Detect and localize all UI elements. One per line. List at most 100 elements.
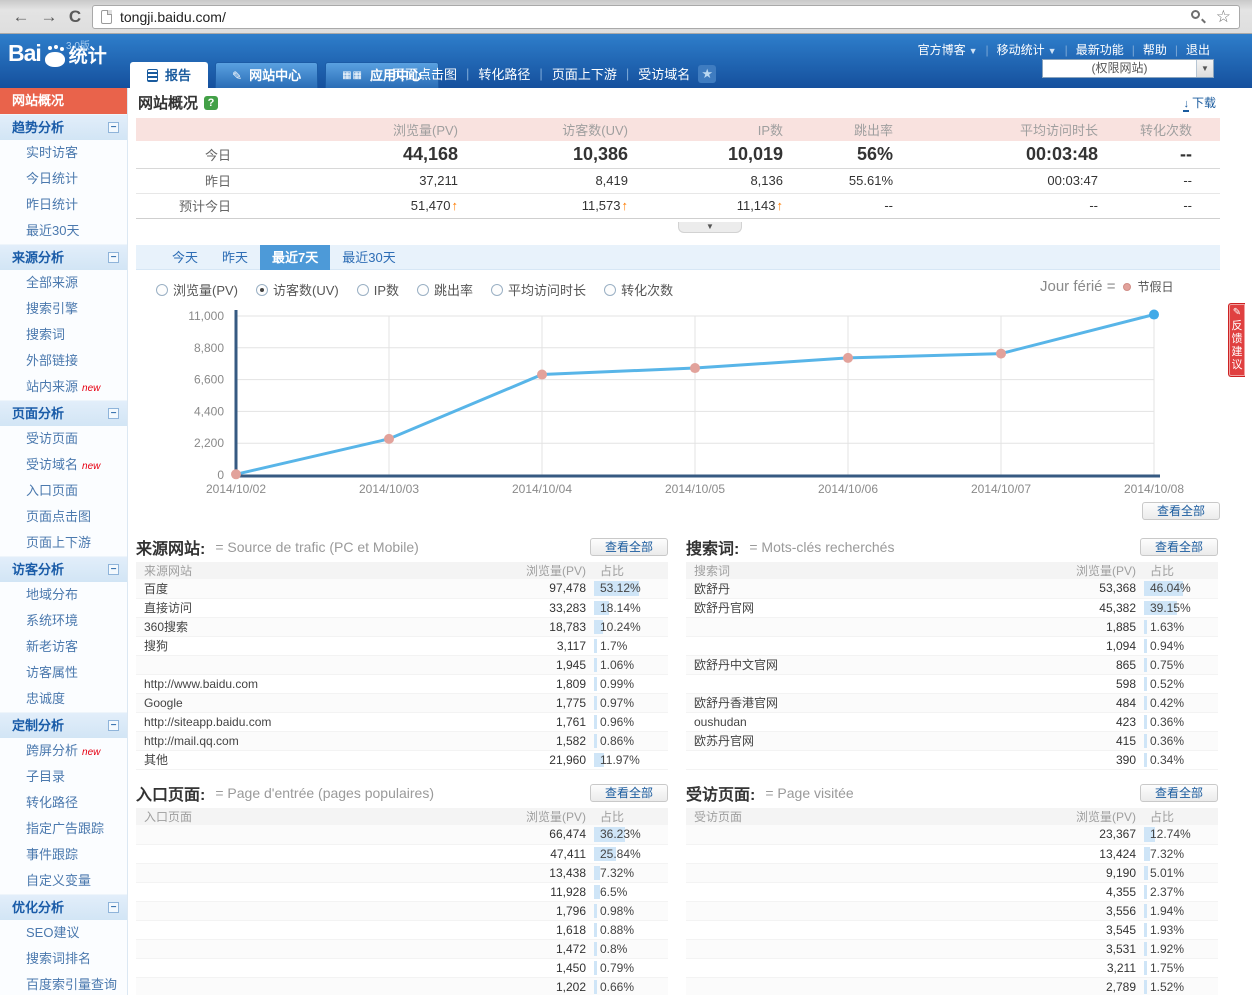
view-all-button[interactable]: 查看全部 — [590, 538, 668, 556]
view-all-button[interactable]: 查看全部 — [1140, 538, 1218, 556]
favorite-star-icon[interactable]: ★ — [698, 65, 716, 83]
feedback-tab[interactable]: ✎ 反馈建议 — [1228, 303, 1245, 377]
link-help[interactable]: 帮助 — [1143, 41, 1167, 58]
forward-icon[interactable]: → — [38, 6, 60, 28]
link-official-blog[interactable]: 官方博客▼ — [918, 41, 978, 58]
radio-icon[interactable] — [256, 284, 268, 296]
holiday-data-point[interactable] — [843, 353, 853, 363]
search-icon[interactable] — [1190, 9, 1206, 25]
tab-site-center[interactable]: ✎ 网站中心 — [215, 62, 318, 88]
collapse-icon[interactable]: − — [108, 564, 119, 575]
url-text[interactable]: tongji.baidu.com/ — [120, 9, 1190, 25]
data-point[interactable] — [1149, 310, 1159, 320]
holiday-data-point[interactable] — [537, 370, 547, 380]
sidebar-item[interactable]: 指定广告跟踪 — [0, 816, 127, 842]
metric-radio[interactable]: 跳出率 — [417, 280, 473, 299]
sidebar-item[interactable]: 忠诚度 — [0, 686, 127, 712]
sidebar-item[interactable]: 搜索引擎 — [0, 296, 127, 322]
link-conversion-path[interactable]: 转化路径 — [478, 64, 530, 83]
sidebar-item[interactable]: 百度索引量查询 — [0, 972, 127, 995]
sidebar-item[interactable]: 实时访客 — [0, 140, 127, 166]
sidebar-section-header[interactable]: 定制分析− — [0, 712, 127, 738]
link-page-updown[interactable]: 页面上下游 — [552, 64, 617, 83]
holiday-data-point[interactable] — [384, 434, 394, 444]
link-mobile-stats[interactable]: 移动统计▼ — [997, 41, 1057, 58]
percent-bar — [594, 715, 597, 729]
sidebar-item[interactable]: 入口页面 — [0, 478, 127, 504]
radio-icon[interactable] — [417, 284, 429, 296]
collapse-handle[interactable]: ▼ — [678, 222, 742, 233]
collapse-icon[interactable]: − — [108, 902, 119, 913]
sidebar-item-active[interactable]: 网站概况 — [0, 88, 127, 114]
radio-icon[interactable] — [156, 284, 168, 296]
sidebar-section-header[interactable]: 来源分析− — [0, 244, 127, 270]
sidebar-item[interactable]: 转化路径 — [0, 790, 127, 816]
range-tab[interactable]: 最近7天 — [260, 245, 330, 270]
range-tab[interactable]: 昨天 — [210, 245, 260, 270]
sidebar-item[interactable]: 最近30天 — [0, 218, 127, 244]
sidebar-item[interactable]: 搜索词排名 — [0, 946, 127, 972]
view-all-button[interactable]: 查看全部 — [1140, 784, 1218, 802]
sidebar-item[interactable]: 新老访客 — [0, 634, 127, 660]
metric-radio[interactable]: 转化次数 — [604, 280, 673, 299]
sidebar-item[interactable]: SEO建议 — [0, 920, 127, 946]
tab-report[interactable]: 报告 — [130, 62, 208, 88]
row-percent: 36.23% — [592, 825, 668, 844]
holiday-data-point[interactable] — [690, 363, 700, 373]
chart-view-all-button[interactable]: 查看全部 — [1142, 502, 1220, 520]
percent-bar — [594, 639, 597, 653]
address-bar[interactable]: tongji.baidu.com/ ☆ — [92, 5, 1240, 29]
link-page-clickmap[interactable]: 页面点击图 — [392, 64, 457, 83]
download-link[interactable]: ↓下载 — [1183, 94, 1216, 111]
radio-icon[interactable] — [604, 284, 616, 296]
back-icon[interactable]: ← — [10, 6, 32, 28]
help-icon[interactable]: ? — [204, 96, 218, 110]
row-percent: 46.04% — [1142, 579, 1218, 598]
sidebar-item[interactable]: 页面点击图 — [0, 504, 127, 530]
sidebar-item[interactable]: 昨日统计 — [0, 192, 127, 218]
sidebar-item[interactable]: 页面上下游 — [0, 530, 127, 556]
sidebar-item[interactable]: 搜索词 — [0, 322, 127, 348]
sidebar-section-header[interactable]: 趋势分析− — [0, 114, 127, 140]
sidebar-item[interactable]: 子目录 — [0, 764, 127, 790]
collapse-icon[interactable]: − — [108, 408, 119, 419]
sidebar-item[interactable]: 系统环境 — [0, 608, 127, 634]
radio-icon[interactable] — [491, 284, 503, 296]
sidebar-item[interactable]: 访客属性 — [0, 660, 127, 686]
sidebar-section-header[interactable]: 页面分析− — [0, 400, 127, 426]
sidebar-item[interactable]: 地域分布 — [0, 582, 127, 608]
sidebar-item[interactable]: 站内来源new — [0, 374, 127, 400]
bookmark-star-icon[interactable]: ☆ — [1216, 6, 1231, 28]
collapse-icon[interactable]: − — [108, 252, 119, 263]
sidebar-section-header[interactable]: 访客分析− — [0, 556, 127, 582]
reload-icon[interactable]: C — [64, 6, 86, 28]
sidebar-item[interactable]: 事件跟踪 — [0, 842, 127, 868]
sidebar-item[interactable]: 受访域名new — [0, 452, 127, 478]
sidebar-item[interactable]: 今日统计 — [0, 166, 127, 192]
sidebar-item[interactable]: 全部来源 — [0, 270, 127, 296]
sidebar-item[interactable]: 受访页面 — [0, 426, 127, 452]
baidu-tongji-logo: Bai 统计 3.0版 — [8, 40, 107, 67]
link-logout[interactable]: 退出 — [1186, 41, 1210, 58]
sidebar-item[interactable]: 自定义变量 — [0, 868, 127, 894]
metric-radio[interactable]: IP数 — [357, 280, 399, 299]
metric-radio[interactable]: 浏览量(PV) — [156, 280, 238, 299]
link-visited-domain[interactable]: 受访域名 — [638, 64, 690, 83]
table-row: 欧舒丹香港官网4840.42% — [686, 693, 1218, 712]
range-tab[interactable]: 最近30天 — [330, 245, 407, 270]
holiday-data-point[interactable] — [996, 349, 1006, 359]
metric-radio[interactable]: 平均访问时长 — [491, 280, 586, 299]
sidebar-section-header[interactable]: 优化分析− — [0, 894, 127, 920]
metric-radio[interactable]: 访客数(UV) — [256, 280, 339, 299]
range-tab[interactable]: 今天 — [160, 245, 210, 270]
link-new-features[interactable]: 最新功能 — [1076, 41, 1124, 58]
collapse-icon[interactable]: − — [108, 122, 119, 133]
sidebar-item[interactable]: 跨屏分析new — [0, 738, 127, 764]
collapse-icon[interactable]: − — [108, 720, 119, 731]
view-all-button[interactable]: 查看全部 — [590, 784, 668, 802]
site-selector-dropdown[interactable]: (权限网站) ▼ — [1042, 59, 1214, 78]
radio-icon[interactable] — [357, 284, 369, 296]
table-row: 欧舒丹中文官网8650.75% — [686, 655, 1218, 674]
sidebar-item[interactable]: 外部链接 — [0, 348, 127, 374]
holiday-data-point[interactable] — [231, 469, 241, 479]
